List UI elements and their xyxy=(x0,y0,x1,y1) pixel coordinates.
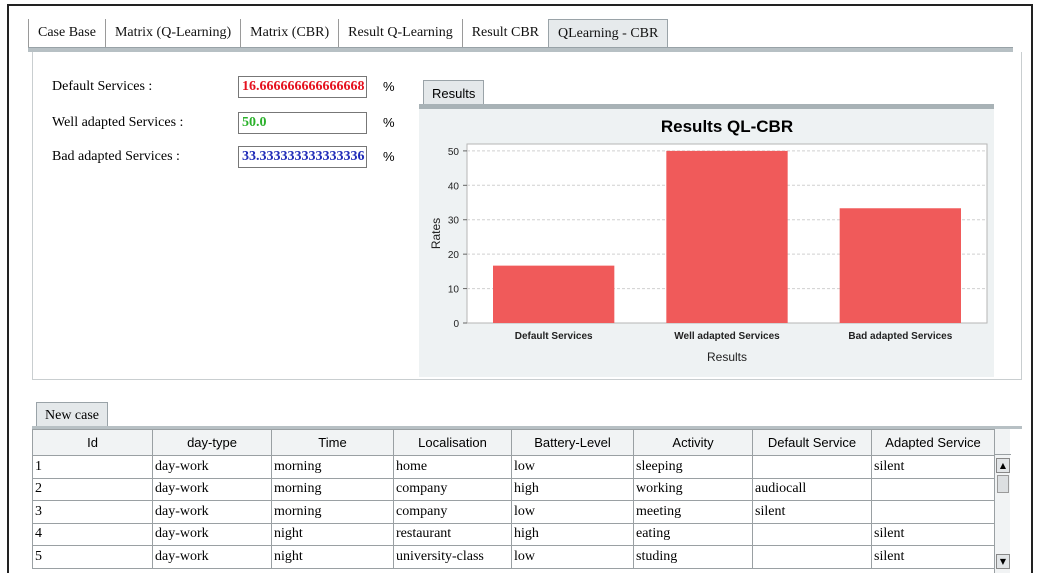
y-tick-label: 20 xyxy=(448,250,460,261)
table-row[interactable]: 3 day-work morning company low meeting s… xyxy=(32,500,995,524)
table-row[interactable]: 2 day-work morning company high working … xyxy=(32,477,995,501)
scroll-down-icon[interactable]: ▼ xyxy=(996,554,1010,569)
column-header-id[interactable]: Id xyxy=(32,429,153,456)
cell-adapted-service[interactable]: silent xyxy=(871,545,995,569)
cell-activity[interactable]: working xyxy=(633,477,753,501)
cell-time[interactable]: night xyxy=(271,522,394,546)
well-adapted-label: Well adapted Services : xyxy=(52,115,184,130)
cell-default-service[interactable] xyxy=(752,522,872,546)
tab-result-qlearning[interactable]: Result Q-Learning xyxy=(338,19,462,47)
well-adapted-field[interactable]: 50.0 xyxy=(238,112,367,134)
x-axis-label: Results xyxy=(707,350,747,364)
cell-adapted-service[interactable] xyxy=(871,477,995,501)
cell-activity[interactable]: meeting xyxy=(633,500,753,524)
table-row[interactable]: 4 day-work night restaurant high eating … xyxy=(32,522,995,546)
y-axis-label: Rates xyxy=(429,218,443,249)
table-header: Id day-type Time Localisation Battery-Le… xyxy=(32,429,995,456)
case-table: Id day-type Time Localisation Battery-Le… xyxy=(32,429,995,569)
column-header-time[interactable]: Time xyxy=(271,429,394,456)
x-tick-label: Bad adapted Services xyxy=(848,331,952,342)
x-tick-label: Default Services xyxy=(515,331,593,342)
y-tick-label: 0 xyxy=(453,319,459,330)
cell-activity[interactable]: eating xyxy=(633,522,753,546)
bar xyxy=(666,150,788,323)
bad-adapted-field[interactable]: 33.333333333333336 xyxy=(238,146,367,168)
tab-matrix-cbr[interactable]: Matrix (CBR) xyxy=(240,19,338,47)
table-scrollbar[interactable]: ▲ ▼ xyxy=(994,429,1011,573)
cell-localisation[interactable]: home xyxy=(393,455,512,479)
chart-panel: Results QL-CBR 0 10 20 30 40 50 Rates Default Se… xyxy=(419,109,994,377)
cell-default-service[interactable]: silent xyxy=(752,500,872,524)
cell-battery-level[interactable]: low xyxy=(511,455,634,479)
cell-battery-level[interactable]: high xyxy=(511,477,634,501)
y-tick-label: 50 xyxy=(448,147,460,158)
cell-id[interactable]: 2 xyxy=(32,477,153,501)
cell-activity[interactable]: sleeping xyxy=(633,455,753,479)
x-tick-label: Well adapted Services xyxy=(674,331,780,342)
cell-time[interactable]: night xyxy=(271,545,394,569)
table-row[interactable]: 1 day-work morning home low sleeping sil… xyxy=(32,455,995,479)
column-header-adapted-service[interactable]: Adapted Service xyxy=(871,429,995,456)
chart-title: Results QL-CBR xyxy=(661,117,793,136)
tab-case-base[interactable]: Case Base xyxy=(28,19,105,47)
cell-id[interactable]: 5 xyxy=(32,545,153,569)
cell-time[interactable]: morning xyxy=(271,477,394,501)
cell-battery-level[interactable]: low xyxy=(511,545,634,569)
cell-activity[interactable]: studing xyxy=(633,545,753,569)
table-row[interactable]: 5 day-work night university-class low st… xyxy=(32,545,995,569)
new-case-tab[interactable]: New case xyxy=(36,402,109,427)
well-adapted-unit: % xyxy=(383,115,395,130)
results-tab[interactable]: Results xyxy=(423,80,485,105)
column-header-activity[interactable]: Activity xyxy=(633,429,753,456)
bad-adapted-unit: % xyxy=(383,149,395,164)
cell-localisation[interactable]: company xyxy=(393,477,512,501)
cell-day-type[interactable]: day-work xyxy=(152,522,272,546)
cell-id[interactable]: 1 xyxy=(32,455,153,479)
scroll-thumb[interactable] xyxy=(997,475,1009,493)
cell-adapted-service[interactable]: silent xyxy=(871,522,995,546)
cell-day-type[interactable]: day-work xyxy=(152,477,272,501)
tab-matrix-qlearning[interactable]: Matrix (Q-Learning) xyxy=(104,19,240,47)
cell-default-service[interactable] xyxy=(752,455,872,479)
cell-localisation[interactable]: university-class xyxy=(393,545,512,569)
cell-default-service[interactable]: audiocall xyxy=(752,477,872,501)
bar xyxy=(839,208,961,323)
cell-adapted-service[interactable] xyxy=(871,500,995,524)
cell-id[interactable]: 3 xyxy=(32,500,153,524)
bar xyxy=(493,265,615,323)
cell-localisation[interactable]: restaurant xyxy=(393,522,512,546)
scrollbar-corner xyxy=(995,429,1011,455)
cell-time[interactable]: morning xyxy=(271,500,394,524)
tab-result-cbr[interactable]: Result CBR xyxy=(461,19,548,47)
cell-localisation[interactable]: company xyxy=(393,500,512,524)
bad-adapted-label: Bad adapted Services : xyxy=(52,149,180,164)
column-header-day-type[interactable]: day-type xyxy=(152,429,272,456)
cell-time[interactable]: morning xyxy=(271,455,394,479)
column-header-battery-level[interactable]: Battery-Level xyxy=(511,429,634,456)
cell-day-type[interactable]: day-work xyxy=(152,455,272,479)
column-header-localisation[interactable]: Localisation xyxy=(393,429,512,456)
y-tick-label: 30 xyxy=(448,216,460,227)
tab-qlearning-cbr[interactable]: QLearning - CBR xyxy=(548,19,669,47)
cell-default-service[interactable] xyxy=(752,545,872,569)
scroll-up-icon[interactable]: ▲ xyxy=(996,458,1010,473)
results-chart: Results QL-CBR 0 10 20 30 40 50 Rates Default Se… xyxy=(429,117,988,364)
y-tick-label: 40 xyxy=(448,181,460,192)
default-services-field[interactable]: 16.666666666666668 xyxy=(238,76,367,98)
cell-battery-level[interactable]: low xyxy=(511,500,634,524)
cell-battery-level[interactable]: high xyxy=(511,522,634,546)
tab-bar: Case Base Matrix (Q-Learning) Matrix (CB… xyxy=(28,19,669,47)
cell-adapted-service[interactable]: silent xyxy=(871,455,995,479)
y-tick-label: 10 xyxy=(448,285,460,296)
default-services-label: Default Services : xyxy=(52,79,153,94)
cell-id[interactable]: 4 xyxy=(32,522,153,546)
cell-day-type[interactable]: day-work xyxy=(152,500,272,524)
default-services-unit: % xyxy=(383,79,395,94)
column-header-default-service[interactable]: Default Service xyxy=(752,429,872,456)
cell-day-type[interactable]: day-work xyxy=(152,545,272,569)
